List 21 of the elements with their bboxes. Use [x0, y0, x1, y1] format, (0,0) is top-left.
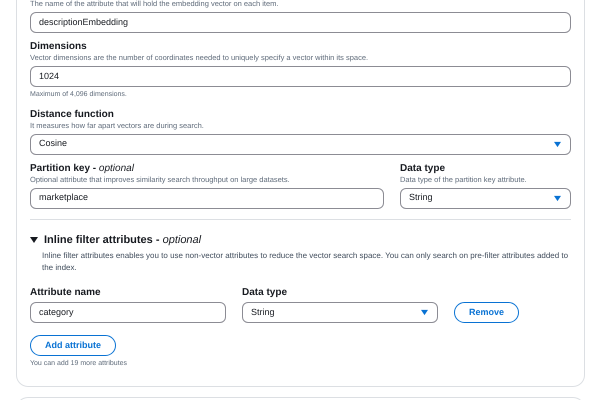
select-field[interactable]: String — [242, 302, 438, 323]
add-attribute-button[interactable]: Add attribute — [30, 335, 116, 356]
section-title[interactable]: Inline filter attributes - optional — [44, 232, 202, 248]
field-label: Distance function — [30, 108, 115, 120]
input-field[interactable]: descriptionEmbedding — [30, 12, 571, 33]
select-field[interactable]: Cosine — [30, 134, 571, 154]
expand-toggle-icon[interactable] — [30, 236, 38, 244]
field-label: Partition key - optional — [30, 162, 136, 174]
remove-button[interactable]: Remove — [454, 302, 520, 323]
caret-icon — [553, 194, 562, 202]
section-description: Inline filter attributes enables you to use non-vector attributes to reduce the vector search space. You can only search on pre-filter attributes added to the index. — [41, 250, 570, 273]
input-field[interactable]: marketplace — [30, 188, 384, 208]
caret-icon — [420, 309, 429, 316]
input-field[interactable]: 1024 — [30, 66, 571, 87]
field-label: Data type — [400, 162, 446, 174]
field-label: Data type — [242, 287, 288, 299]
field-label: Attribute name — [30, 287, 102, 299]
select-field[interactable]: String — [400, 188, 571, 208]
input-field[interactable]: category — [30, 302, 226, 323]
caret-icon — [553, 140, 562, 148]
field-label: Dimensions — [30, 41, 88, 53]
